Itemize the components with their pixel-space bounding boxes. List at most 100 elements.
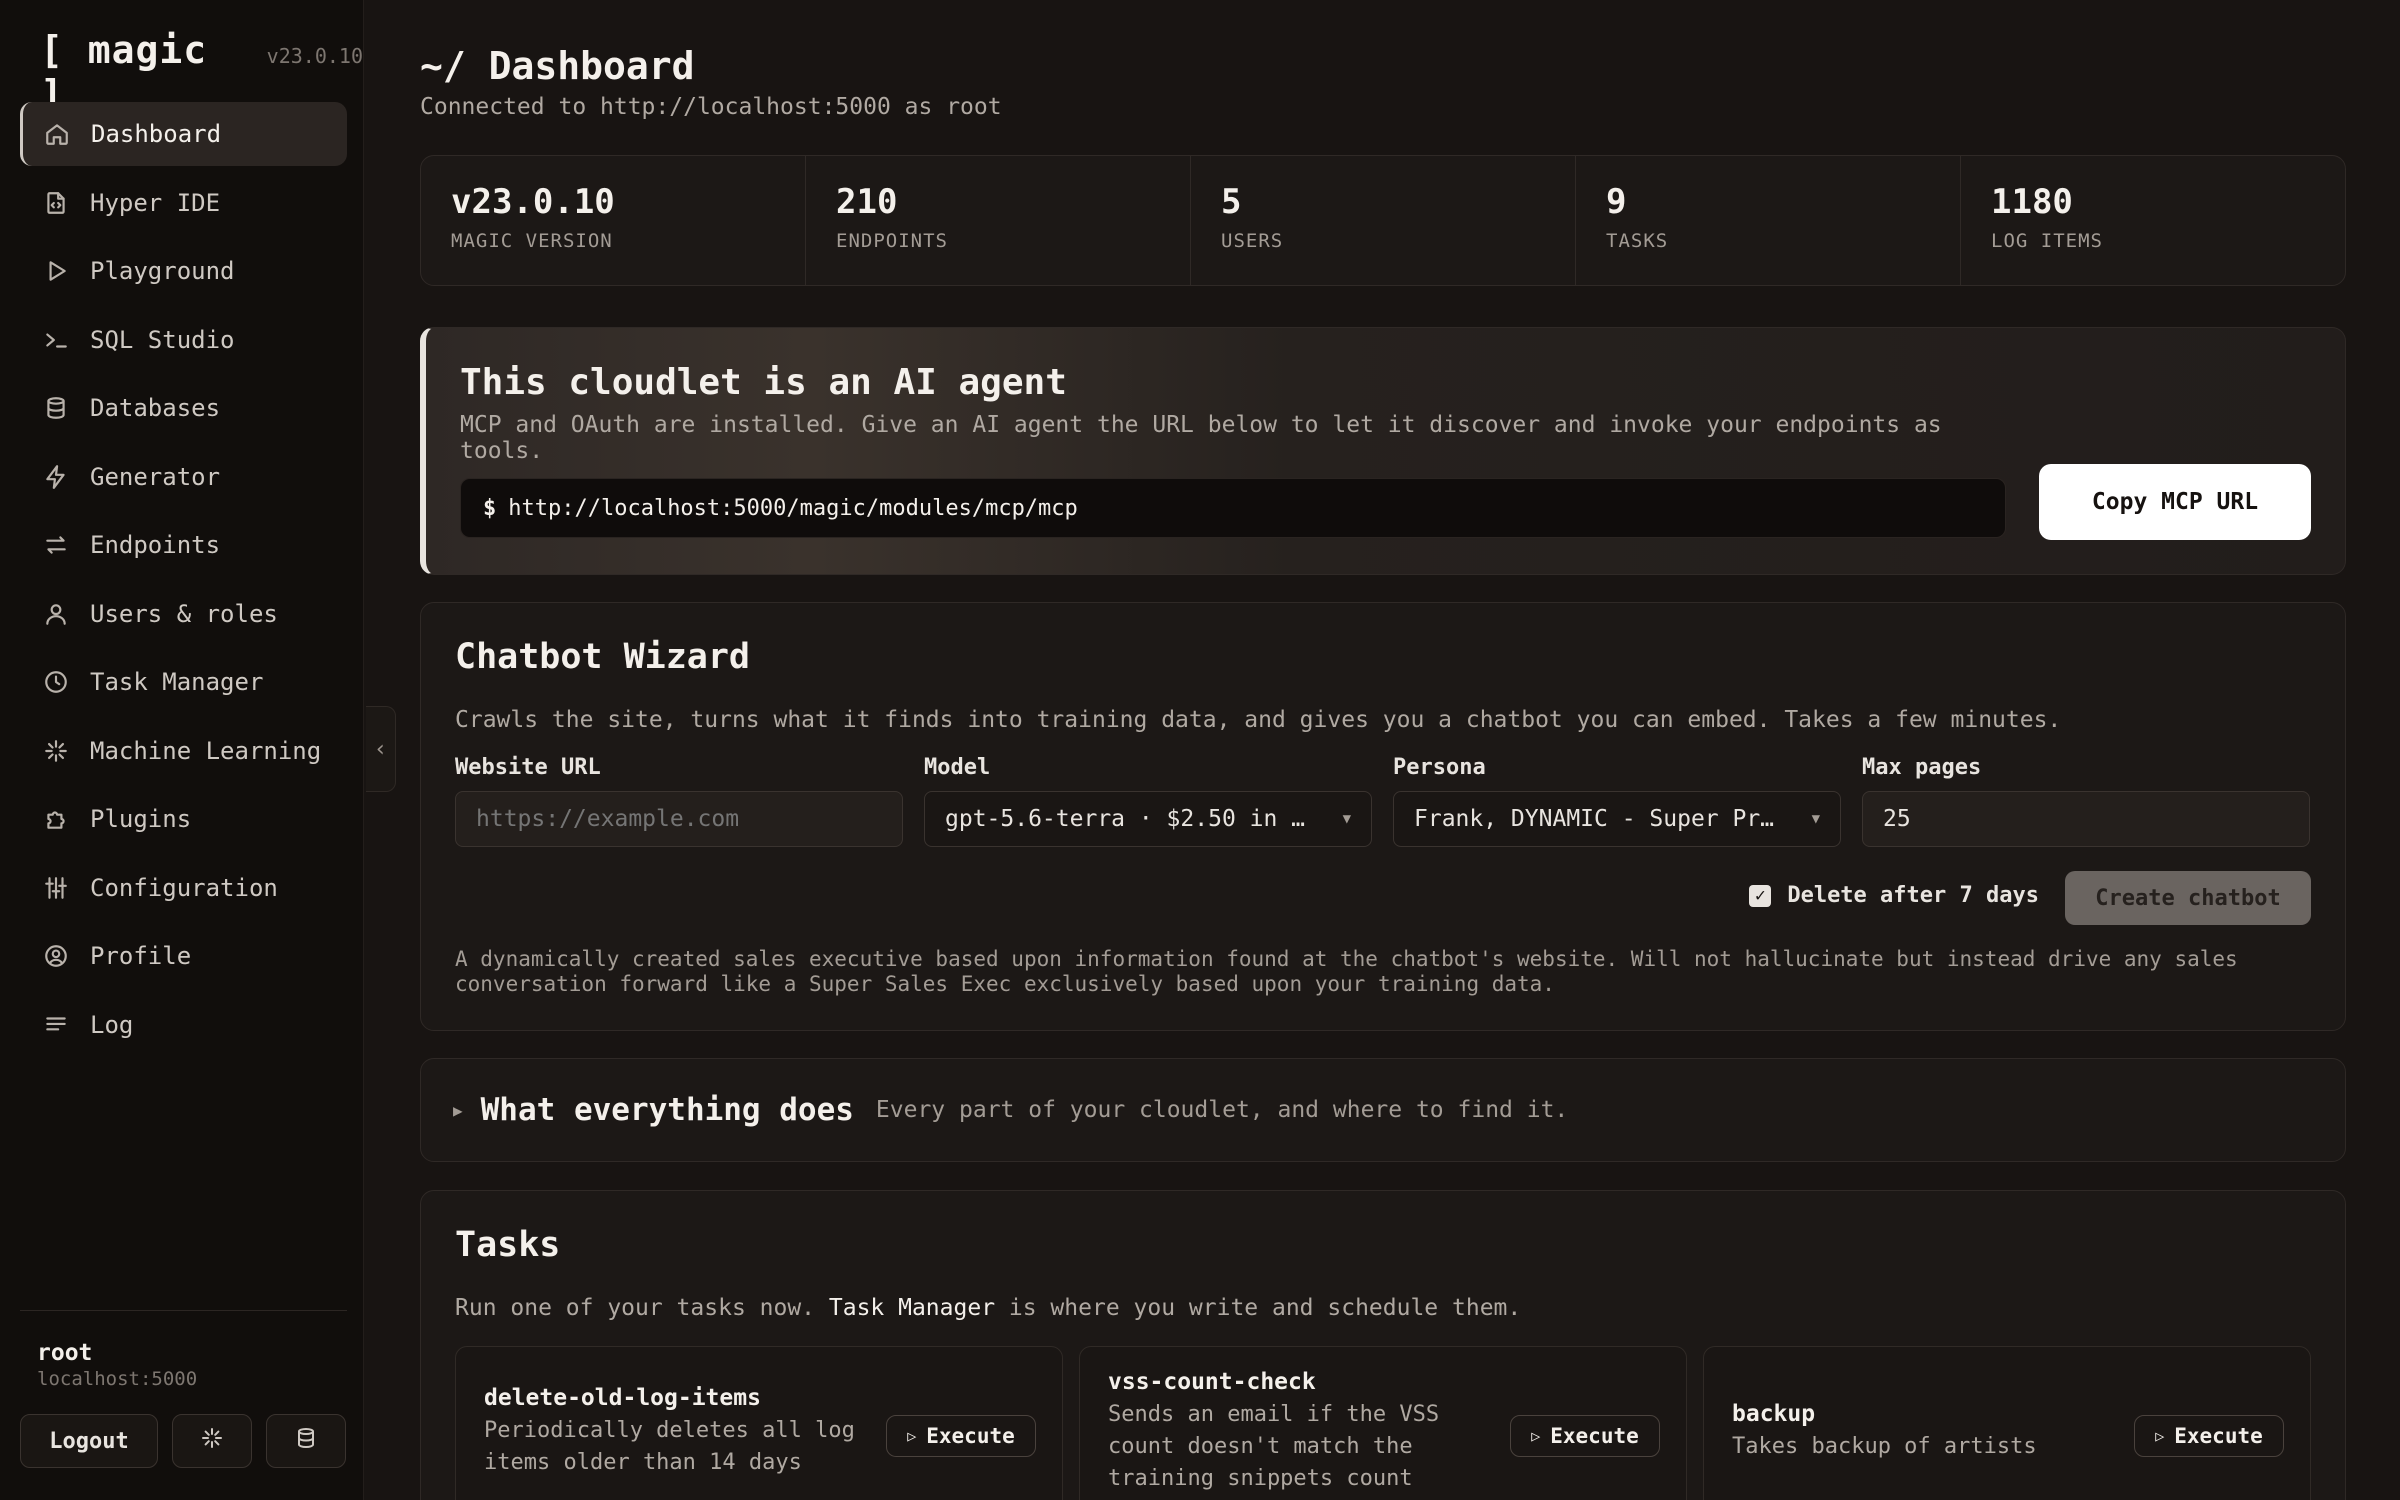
brand-version: v23.0.10 (266, 44, 363, 68)
sidebar-item-hyper-ide[interactable]: Hyper IDE (20, 171, 347, 235)
model-selected-value: gpt-5.6-terra · $2.50 in … (945, 806, 1306, 832)
wizard-description: Crawls the site, turns what it finds int… (455, 707, 2062, 733)
delete-after-toggle[interactable]: ✓ Delete after 7 days (1749, 883, 2039, 908)
max-pages-value: 25 (1883, 806, 1911, 832)
task-card: vss-count-check Sends an email if the VS… (1079, 1346, 1687, 1500)
execute-label: Execute (2174, 1424, 2263, 1448)
execute-task-button[interactable]: ▷ Execute (1510, 1415, 1660, 1457)
sidebar-item-label: Users & roles (90, 599, 278, 628)
persona-description: A dynamically created sales executive ba… (455, 947, 2238, 996)
sidebar-user: root localhost:5000 (37, 1340, 197, 1390)
arrows-icon (42, 531, 70, 559)
home-icon (43, 120, 71, 148)
sidebar-item-label: Machine Learning (90, 736, 322, 765)
sidebar-item-profile[interactable]: Profile (20, 924, 347, 988)
sidebar-item-dashboard[interactable]: Dashboard (20, 102, 347, 166)
stat-value: v23.0.10 (451, 182, 615, 222)
terminal-icon (42, 326, 70, 354)
sidebar-item-log[interactable]: Log (20, 993, 347, 1057)
delete-after-checkbox[interactable]: ✓ (1749, 884, 1772, 907)
chevron-down-icon: ▼ (1342, 811, 1351, 827)
play-icon: ▷ (907, 1427, 917, 1445)
stat-value: 210 (836, 182, 898, 222)
stat-label: MAGIC VERSION (451, 230, 613, 252)
play-icon: ▷ (2155, 1427, 2165, 1445)
model-select[interactable]: gpt-5.6-terra · $2.50 in … ▼ (924, 791, 1372, 847)
play-icon (42, 257, 70, 285)
sidebar-item-label: SQL Studio (90, 325, 235, 354)
model-label: Model (924, 755, 991, 780)
copy-mcp-url-button[interactable]: Copy MCP URL (2039, 464, 2311, 540)
user-icon (42, 600, 70, 628)
sidebar-item-generator[interactable]: Generator (20, 445, 347, 509)
task-description: Periodically deletes all log items older… (484, 1418, 855, 1475)
stat-log-items: 1180 LOG ITEMS (1961, 156, 2345, 285)
sidebar-item-label: Task Manager (90, 668, 264, 696)
sidebar-item-label: Generator (90, 462, 221, 491)
stat-magic-version: v23.0.10 MAGIC VERSION (421, 156, 806, 285)
mcp-url-text: http://localhost:5000/magic/modules/mcp/… (508, 495, 1078, 521)
persona-select[interactable]: Frank, DYNAMIC - Super Pr… ▼ (1393, 791, 1841, 847)
sidebar-item-plugins[interactable]: Plugins (20, 787, 347, 851)
stat-label: LOG ITEMS (1991, 230, 2103, 252)
sidebar-item-users-roles[interactable]: Users & roles (20, 582, 347, 646)
sidebar-item-label: Endpoints (90, 531, 221, 559)
execute-label: Execute (1550, 1424, 1639, 1448)
sidebar-item-label: Playground (90, 257, 235, 285)
sidebar-item-configuration[interactable]: Configuration (20, 856, 347, 920)
website-url-input[interactable] (455, 791, 903, 847)
task-description: Sends an email if the VSS count doesn't … (1108, 1402, 1440, 1491)
database-button[interactable] (266, 1414, 346, 1468)
task-name: vss-count-check (1108, 1369, 1316, 1395)
agent-title: This cloudlet is an AI agent (460, 362, 1067, 403)
sidebar-item-label: Configuration (90, 873, 278, 902)
mcp-url-field[interactable]: $ http://localhost:5000/magic/modules/mc… (460, 478, 2006, 538)
sidebar-divider (20, 1310, 347, 1311)
sidebar-item-sql-studio[interactable]: SQL Studio (20, 308, 347, 372)
stat-value: 5 (1221, 182, 1242, 222)
sparkle-icon (42, 737, 70, 765)
tasks-desc-text: Run one of your tasks now. (455, 1295, 829, 1321)
sidebar-item-playground[interactable]: Playground (20, 239, 347, 303)
connection-status: Connected to http://localhost:5000 as ro… (420, 94, 1002, 120)
sidebar-actions: Logout (20, 1414, 346, 1468)
task-manager-link[interactable]: Task Manager (829, 1295, 995, 1321)
task-description: Takes backup of artists (1732, 1434, 2037, 1459)
max-pages-input[interactable]: 25 (1862, 791, 2310, 847)
stat-value: 1180 (1991, 182, 2073, 222)
sidebar-item-label: Plugins (90, 805, 192, 833)
list-icon (42, 1011, 70, 1039)
task-name: delete-old-log-items (484, 1385, 761, 1411)
theme-button[interactable] (172, 1414, 252, 1468)
stat-label: TASKS (1606, 230, 1669, 252)
stat-label: ENDPOINTS (836, 230, 948, 252)
sidebar-item-machine-learning[interactable]: Machine Learning (20, 719, 347, 783)
sidebar-nav: Dashboard Hyper IDE Playground SQL Studi… (20, 102, 347, 1061)
logout-button[interactable]: Logout (20, 1414, 158, 1468)
execute-task-button[interactable]: ▷ Execute (2134, 1415, 2284, 1457)
wizard-title: Chatbot Wizard (455, 637, 751, 677)
stats-bar: v23.0.10 MAGIC VERSION 210 ENDPOINTS 5 U… (420, 155, 2346, 286)
stat-users: 5 USERS (1191, 156, 1576, 285)
sidebar-item-label: Profile (90, 942, 192, 970)
sidebar-item-endpoints[interactable]: Endpoints (20, 513, 347, 577)
sidebar-collapse-toggle[interactable]: ‹ (366, 706, 396, 792)
database-icon (294, 1426, 318, 1456)
database-icon (42, 394, 70, 422)
execute-task-button[interactable]: ▷ Execute (886, 1415, 1036, 1457)
chevron-down-icon: ▼ (1811, 811, 1820, 827)
sidebar-item-label: Databases (90, 394, 221, 422)
puzzle-icon (42, 805, 70, 833)
profile-icon (42, 942, 70, 970)
chevron-left-icon: ‹ (373, 736, 388, 762)
sidebar-item-databases[interactable]: Databases (20, 376, 347, 440)
clock-icon (42, 668, 70, 696)
max-pages-label: Max pages (1862, 755, 1982, 780)
sidebar-item-task-manager[interactable]: Task Manager (20, 650, 347, 714)
create-chatbot-button[interactable]: Create chatbot (2065, 871, 2311, 925)
what-everything-does[interactable]: ▶ What everything does Every part of you… (420, 1058, 2346, 1162)
execute-label: Execute (926, 1424, 1015, 1448)
everything-subtitle: Every part of your cloudlet, and where t… (875, 1097, 1569, 1123)
page-title: ~/ Dashboard (420, 44, 695, 88)
tasks-desc-text: is where you write and schedule them. (995, 1295, 1522, 1321)
